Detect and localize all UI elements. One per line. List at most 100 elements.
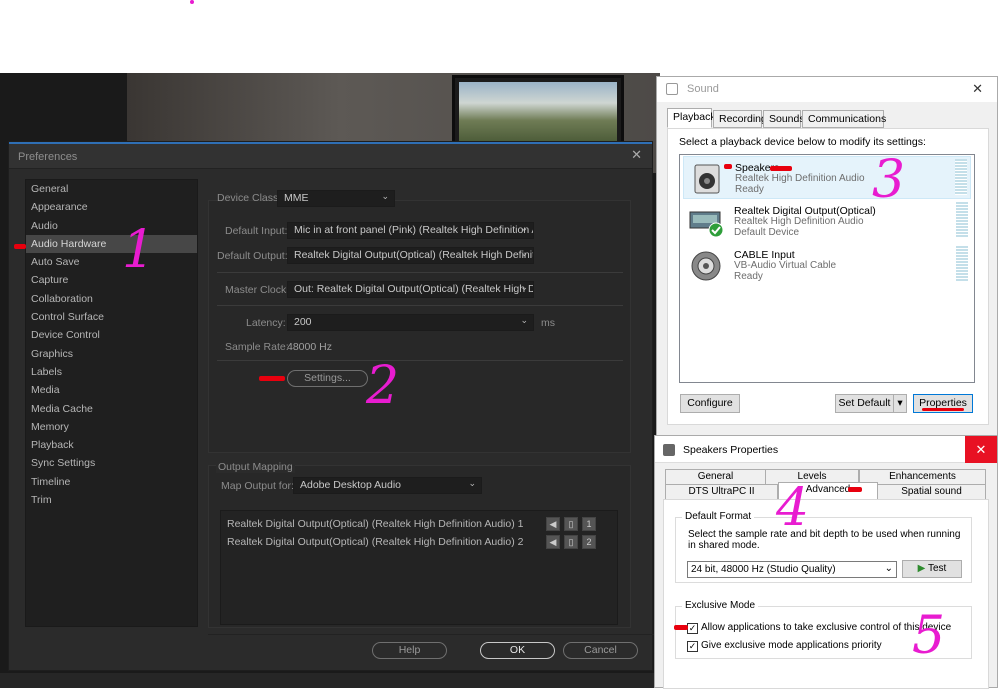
tab-communications[interactable]: Communications <box>802 110 886 128</box>
red-marker <box>674 625 688 630</box>
sidebar-item-control-surface[interactable]: Control Surface <box>26 308 197 326</box>
mapping-row-1[interactable]: Realtek Digital Output(Optical) (Realtek… <box>227 518 523 530</box>
sidebar-item-media[interactable]: Media <box>26 381 197 399</box>
annotation-1: 1 <box>122 220 156 280</box>
help-button[interactable]: Help <box>372 642 447 659</box>
test-button[interactable]: ▶ Test <box>902 560 962 578</box>
default-output-label: Default Output: <box>217 250 288 262</box>
speakers-properties-dialog: Speakers Properties ✕ General Levels Enha… <box>654 435 998 689</box>
sidebar-item-general[interactable]: General <box>26 180 197 198</box>
priority-checkbox[interactable]: ✓ Give exclusive mode applications priori… <box>687 640 882 652</box>
device-digital-output[interactable]: Realtek Digital Output(Optical) Realtek … <box>683 200 971 243</box>
speaker-icon <box>694 164 720 194</box>
master-clock-value: Out: Realtek Digital Output(Optical) (Re… <box>294 283 534 295</box>
channel-icon[interactable]: ▯ <box>564 535 578 549</box>
mapping-row-2[interactable]: Realtek Digital Output(Optical) (Realtek… <box>227 536 523 548</box>
sidebar-item-graphics[interactable]: Graphics <box>26 345 197 363</box>
map-output-dropdown[interactable]: Adobe Desktop Audio ⌄ <box>293 477 482 494</box>
latency-label: Latency: <box>246 317 286 329</box>
device-cable-input[interactable]: CABLE Input VB-Audio Virtual Cable Ready <box>683 244 971 287</box>
sidebar-item-capture[interactable]: Capture <box>26 271 197 289</box>
sidebar-item-appearance[interactable]: Appearance <box>26 198 197 216</box>
divider <box>217 272 623 273</box>
sound-dialog: Sound ✕ Playback Recording Sounds Communi… <box>656 76 998 438</box>
sidebar-item-auto-save[interactable]: Auto Save <box>26 253 197 271</box>
default-output-value: Realtek Digital Output(Optical) (Realtek… <box>294 249 534 261</box>
device-driver: VB-Audio Virtual Cable <box>734 260 837 271</box>
sidebar-item-playback[interactable]: Playback <box>26 436 197 454</box>
format-select[interactable]: 24 bit, 48000 Hz (Studio Quality) ⌄ <box>687 561 897 578</box>
red-marker <box>259 376 285 381</box>
volume-meter <box>956 246 968 282</box>
annotation-stroke <box>190 0 194 4</box>
tab-playback[interactable]: Playback <box>667 108 716 128</box>
set-default-dropdown[interactable]: ▾ <box>893 394 907 413</box>
tab-enhancements[interactable]: Enhancements <box>859 469 986 485</box>
checkbox-checked-icon: ✓ <box>687 641 698 652</box>
divider <box>217 305 623 306</box>
preferences-titlebar: Preferences ✕ <box>9 142 652 169</box>
speakers-titlebar: Speakers Properties ✕ <box>655 436 997 463</box>
play-icon: ▶ <box>917 563 926 574</box>
red-marker <box>14 244 26 249</box>
close-icon[interactable]: ✕ <box>631 147 642 163</box>
ok-button[interactable]: OK <box>480 642 555 659</box>
digital-output-icon <box>689 211 724 238</box>
sidebar-item-trim[interactable]: Trim <box>26 491 197 509</box>
timeline-strip <box>0 673 660 688</box>
close-icon[interactable]: ✕ <box>972 81 983 97</box>
sidebar-item-audio[interactable]: Audio <box>26 217 197 235</box>
configure-button[interactable]: Configure <box>680 394 740 413</box>
device-speakers[interactable]: Speakers Realtek High Definition Audio R… <box>683 156 971 199</box>
default-output-dropdown[interactable]: Realtek Digital Output(Optical) (Realtek… <box>287 247 534 264</box>
tab-recording[interactable]: Recording <box>713 110 767 128</box>
device-class-label: Device Class: <box>217 192 282 204</box>
map-output-label: Map Output for: <box>221 480 294 492</box>
sidebar-item-audio-hardware[interactable]: Audio Hardware <box>26 234 197 254</box>
channel-number: 1 <box>582 517 596 531</box>
chevron-down-icon: ⌄ <box>520 248 528 258</box>
red-marker <box>770 166 792 171</box>
device-class-value: MME <box>284 192 309 204</box>
default-format-legend: Default Format <box>682 511 755 522</box>
tab-sounds[interactable]: Sounds <box>763 110 805 128</box>
device-status: Ready <box>735 184 764 195</box>
channel-number: 2 <box>582 535 596 549</box>
channel-icon[interactable]: ▯ <box>564 517 578 531</box>
annotation-4: 4 <box>776 478 810 538</box>
sidebar-item-media-cache[interactable]: Media Cache <box>26 400 197 418</box>
cancel-button[interactable]: Cancel <box>563 642 638 659</box>
preferences-dialog: Preferences ✕ General Appearance Audio A… <box>8 141 654 671</box>
set-default-button[interactable]: Set Default <box>835 394 894 413</box>
sidebar-item-device-control[interactable]: Device Control <box>26 326 197 344</box>
latency-dropdown[interactable]: 200 ⌄ <box>287 314 534 331</box>
tab-general[interactable]: General <box>665 469 766 485</box>
sidebar-item-labels[interactable]: Labels <box>26 363 197 381</box>
device-class-dropdown[interactable]: MME ⌄ <box>277 190 395 207</box>
cable-input-icon <box>691 251 721 281</box>
sidebar-item-timeline[interactable]: Timeline <box>26 473 197 491</box>
volume-meter <box>955 159 967 195</box>
speaker-icon[interactable]: ◀ <box>546 535 560 549</box>
tab-dts-ultrapc[interactable]: DTS UltraPC II <box>665 484 778 500</box>
speaker-icon[interactable]: ◀ <box>546 517 560 531</box>
master-clock-dropdown[interactable]: Out: Realtek Digital Output(Optical) (Re… <box>287 281 534 298</box>
master-clock-label: Master Clock: <box>225 284 290 296</box>
chevron-down-icon: ⌄ <box>884 563 893 574</box>
settings-button[interactable]: Settings... <box>287 370 368 387</box>
test-label: Test <box>927 563 947 574</box>
close-icon[interactable]: ✕ <box>965 436 997 463</box>
chevron-down-icon: ⌄ <box>520 223 528 233</box>
speakers-title: Speakers Properties <box>683 444 779 456</box>
default-input-value: Mic in at front panel (Pink) (Realtek Hi… <box>294 224 534 236</box>
preferences-title: Preferences <box>18 151 78 163</box>
default-input-dropdown[interactable]: Mic in at front panel (Pink) (Realtek Hi… <box>287 222 534 239</box>
annotation-2: 2 <box>366 356 400 416</box>
tab-spatial-sound[interactable]: Spatial sound <box>877 484 986 500</box>
sidebar-item-sync-settings[interactable]: Sync Settings <box>26 454 197 472</box>
sidebar-item-memory[interactable]: Memory <box>26 418 197 436</box>
chevron-down-icon: ⌄ <box>381 191 389 201</box>
chevron-down-icon: ⌄ <box>468 478 476 488</box>
sidebar-item-collaboration[interactable]: Collaboration <box>26 290 197 308</box>
chevron-down-icon: ⌄ <box>520 282 528 292</box>
